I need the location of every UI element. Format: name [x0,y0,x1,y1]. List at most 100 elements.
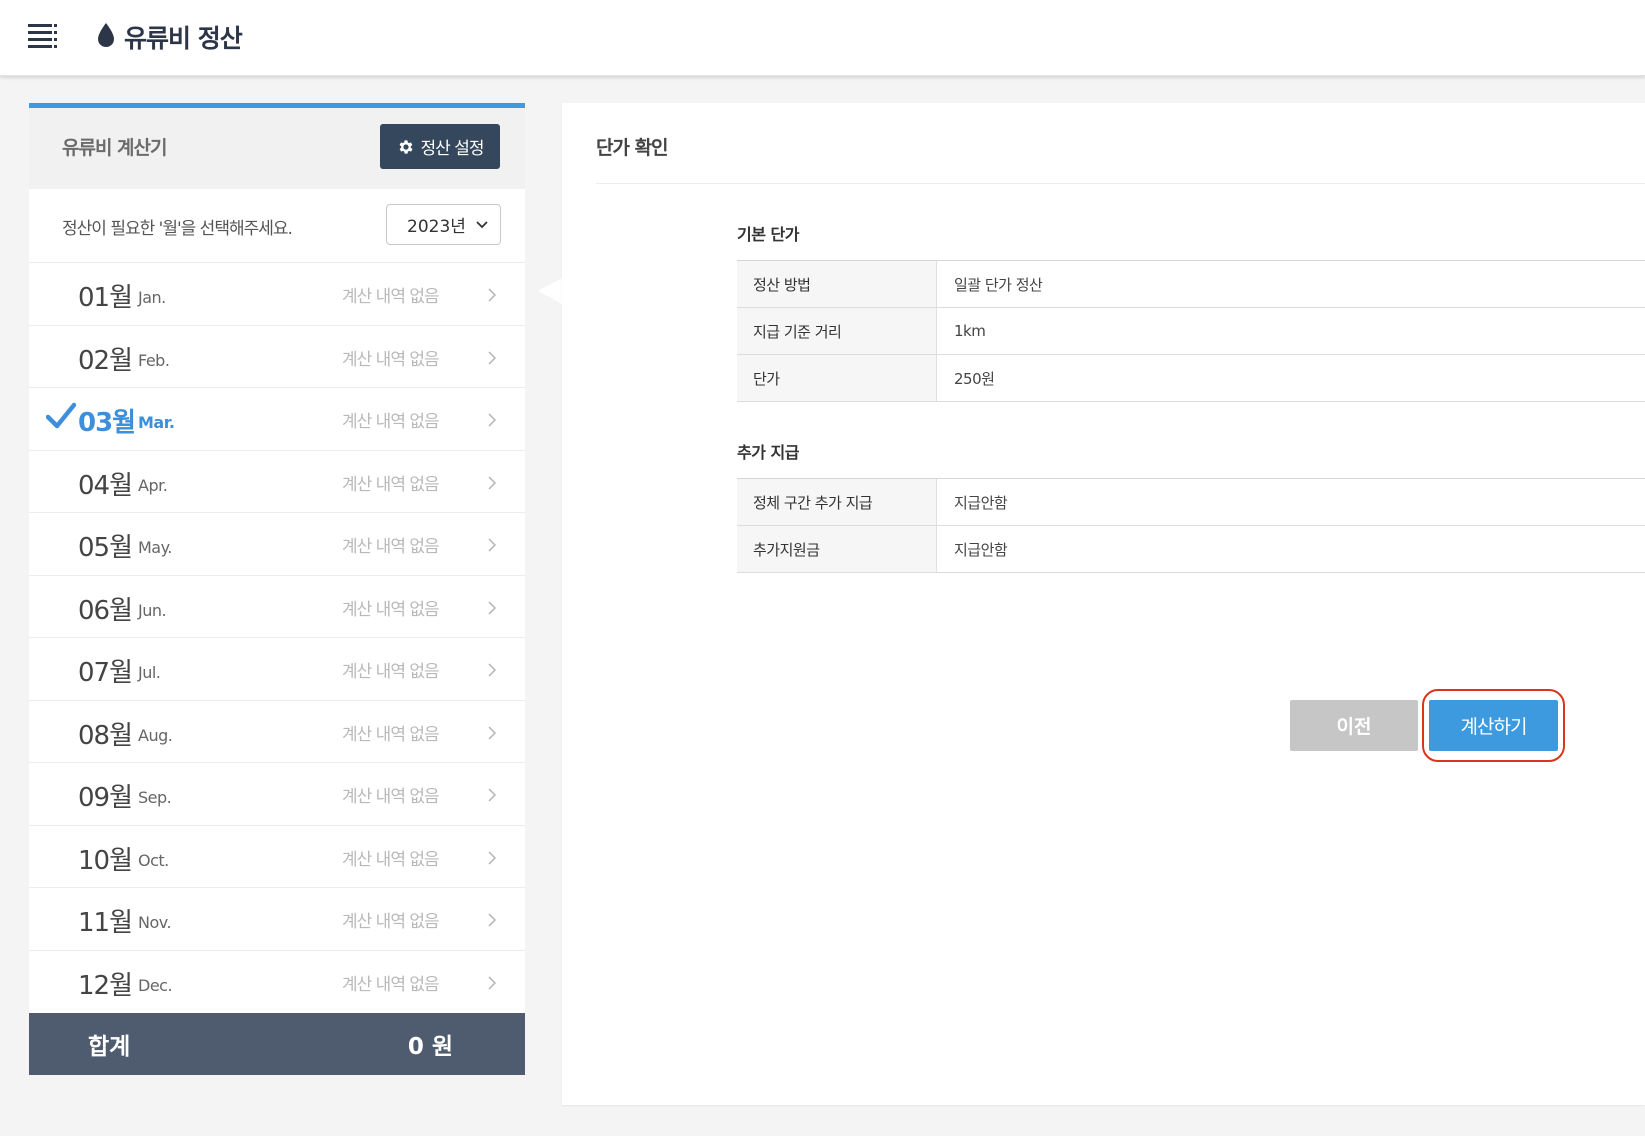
month-status: 계산 내역 없음 [342,599,440,620]
month-number: 12월 [78,970,133,1001]
month-english: May. [138,538,172,557]
month-english: Jun. [138,600,167,620]
prev-button[interactable]: 이전 [1290,700,1418,751]
total-bar: 합계 0 원 [29,1013,525,1075]
month-row-04[interactable]: 04월 Apr. 계산 내역 없음 [29,451,525,513]
month-row-09[interactable]: 09월 Sep. 계산 내역 없음 [29,763,525,826]
table-row: 추가지원금 지급안함 [737,526,1645,573]
month-number: 03월 [78,408,136,438]
month-row-10[interactable]: 10월 Oct. 계산 내역 없음 [29,826,525,888]
month-row-12[interactable]: 12월 Dec. 계산 내역 없음 [29,951,525,1014]
month-english: Sep. [138,788,172,807]
month-status: 계산 내역 없음 [342,537,440,557]
month-status: 계산 내역 없음 [342,287,440,307]
basic-rate-table: 정산 방법 일괄 단가 정산 지급 기준 거리 1km 단가 250원 [737,260,1645,402]
month-row-01[interactable]: 01월 Jan. 계산 내역 없음 [29,263,525,326]
table-row: 정체 구간 추가 지급 지급안함 [737,479,1645,526]
chevron-right-icon [488,725,497,740]
table-row: 단가 250원 [737,355,1645,402]
month-row-11[interactable]: 11월 Nov. 계산 내역 없음 [29,888,525,951]
extra-pay-title: 추가 지급 [737,443,799,462]
chevron-right-icon [488,975,497,990]
checkmark-icon [46,402,76,429]
row-key: 정체 구간 추가 지급 [737,479,937,525]
row-value: 250원 [954,369,995,388]
selection-pointer [538,278,562,304]
total-value: 0 원 [407,1034,453,1060]
month-row-02[interactable]: 02월 Feb. 계산 내역 없음 [29,326,525,388]
month-number: 09월 [78,783,133,813]
month-english: Aug. [138,725,173,745]
month-number: 10월 [78,845,133,876]
month-number: 01월 [78,283,133,313]
month-row-03[interactable]: 03월 Mar. 계산 내역 없음 [29,388,525,451]
year-value: 2023년 [407,217,466,237]
chevron-right-icon [488,788,497,802]
chevron-down-icon [476,220,488,228]
month-english: Jan. [138,288,166,307]
settings-label: 정산 설정 [420,139,485,159]
table-row: 지급 기준 거리 1km [737,308,1645,355]
app-title: 유류비 정산 [124,24,243,53]
month-english: Dec. [138,975,173,995]
chevron-right-icon [488,913,497,927]
chevron-right-icon [488,538,497,552]
month-english: Feb. [138,350,170,370]
month-status: 계산 내역 없음 [342,349,440,370]
row-value: 지급안함 [954,493,1008,512]
month-english: Jul. [138,663,161,682]
row-key: 단가 [737,355,937,401]
year-select-row: 정산이 필요한 '월'을 선택해주세요. 2023년 [29,189,525,263]
month-english: Mar. [138,413,175,432]
month-status: 계산 내역 없음 [342,412,440,432]
month-row-05[interactable]: 05월 May. 계산 내역 없음 [29,513,525,576]
month-number: 04월 [78,470,133,501]
top-header: 유류비 정산 [0,0,1645,76]
calculator-header: 유류비 계산기 정산 설정 [29,108,525,189]
month-row-07[interactable]: 07월 Jul. 계산 내역 없음 [29,638,525,701]
title-divider [596,183,1645,184]
month-number: 02월 [78,345,133,376]
month-number: 11월 [78,908,133,938]
detail-title: 단가 확인 [596,137,669,159]
total-label: 합계 [88,1034,131,1060]
menu-icon[interactable] [28,24,58,50]
month-status: 계산 내역 없음 [342,787,440,807]
month-number: 05월 [78,533,133,563]
month-row-06[interactable]: 06월 Jun. 계산 내역 없음 [29,576,525,638]
chevron-right-icon [488,663,497,677]
chevron-right-icon [488,475,497,490]
month-number: 07월 [78,658,133,688]
row-value: 지급안함 [954,540,1008,559]
month-number: 06월 [78,595,133,626]
month-status: 계산 내역 없음 [342,974,440,995]
month-row-08[interactable]: 08월 Aug. 계산 내역 없음 [29,701,525,763]
chevron-right-icon [488,600,497,615]
month-status: 계산 내역 없음 [342,724,440,745]
chevron-right-icon [488,850,497,865]
gear-icon [399,139,413,154]
settings-button[interactable]: 정산 설정 [380,124,500,169]
drop-icon [98,23,114,47]
month-status: 계산 내역 없음 [342,849,440,870]
month-number: 08월 [78,720,133,751]
row-value: 1km [954,322,986,340]
calculator-title: 유류비 계산기 [62,137,167,159]
table-row: 정산 방법 일괄 단가 정산 [737,261,1645,308]
calculate-button[interactable]: 계산하기 [1429,700,1558,751]
month-status: 계산 내역 없음 [342,912,440,932]
chevron-right-icon [488,350,497,365]
row-key: 추가지원금 [737,526,937,572]
month-english: Oct. [138,850,169,870]
extra-pay-table: 정체 구간 추가 지급 지급안함 추가지원금 지급안함 [737,478,1645,573]
chevron-right-icon [488,413,497,427]
month-english: Apr. [138,475,168,495]
month-status: 계산 내역 없음 [342,474,440,495]
basic-rate-title: 기본 단가 [737,225,799,244]
month-status: 계산 내역 없음 [342,662,440,682]
chevron-right-icon [488,288,497,302]
year-select[interactable]: 2023년 [386,204,501,245]
detail-panel: 단가 확인 기본 단가 정산 방법 일괄 단가 정산 지급 기준 거리 1km … [562,103,1645,1105]
month-prompt: 정산이 필요한 '월'을 선택해주세요. [62,219,293,239]
row-value: 일괄 단가 정산 [954,275,1043,294]
